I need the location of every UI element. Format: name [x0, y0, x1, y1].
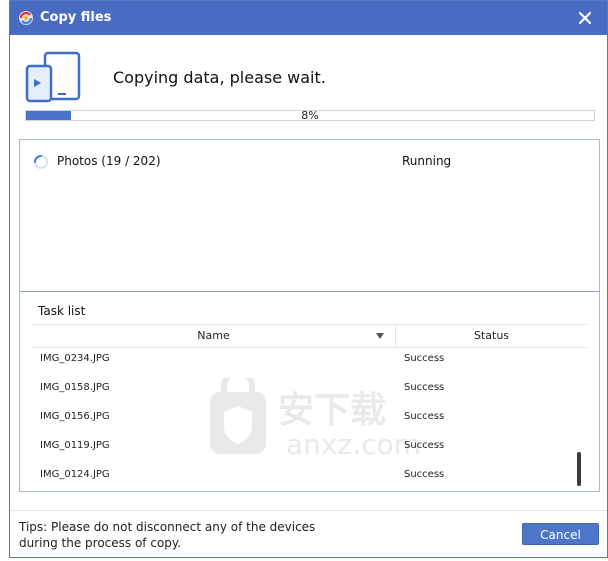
current-task-status: Running — [402, 154, 452, 168]
table-row[interactable]: IMG_0156.JPG Success — [32, 406, 587, 435]
row-status: Success — [404, 353, 445, 364]
table-row[interactable]: IMG_0124.JPG Success — [32, 464, 587, 493]
task-list-label: Task list — [38, 304, 86, 318]
close-icon[interactable] — [575, 8, 595, 28]
copy-files-dialog: Copy files Copying data, please wait. 8%… — [9, 0, 608, 558]
current-task-name: Photos (19 / 202) — [57, 154, 161, 168]
row-status: Success — [404, 382, 445, 393]
row-name: IMG_0158.JPG — [40, 382, 110, 393]
task-list-table: Name Status IMG_0234.JPG Success IMG_015… — [32, 324, 587, 493]
scrollbar-thumb[interactable] — [577, 452, 581, 486]
row-status: Success — [404, 469, 445, 480]
tips-line-1: Tips: Please do not disconnect any of th… — [19, 520, 316, 534]
task-panel: Photos (19 / 202) Running 安下载 anxz.com T… — [19, 139, 600, 492]
status-heading: Copying data, please wait. — [113, 68, 326, 87]
table-row[interactable]: IMG_0119.JPG Success — [32, 435, 587, 464]
table-row[interactable]: IMG_0234.JPG Success — [32, 348, 587, 377]
panel-divider — [20, 291, 599, 292]
cancel-button[interactable]: Cancel — [522, 523, 599, 545]
tips-line-2: during the process of copy. — [19, 536, 182, 550]
device-icon — [25, 51, 81, 103]
spinner-icon — [34, 155, 48, 169]
app-icon — [19, 11, 33, 25]
sort-arrow-icon[interactable] — [376, 333, 384, 339]
row-status: Success — [404, 440, 445, 451]
row-name: IMG_0119.JPG — [40, 440, 110, 451]
column-header-status-label: Status — [473, 329, 510, 342]
row-name: IMG_0124.JPG — [40, 469, 110, 480]
progress-bar: 8% — [25, 109, 595, 122]
progress-label: 8% — [301, 109, 319, 122]
column-header-name-label: Name — [197, 329, 230, 342]
title-bar: Copy files — [10, 1, 607, 35]
row-status: Success — [404, 411, 445, 422]
window-title: Copy files — [40, 10, 112, 25]
row-name: IMG_0156.JPG — [40, 411, 110, 422]
column-header-status[interactable]: Status — [396, 325, 587, 347]
column-header-name[interactable]: Name — [32, 325, 396, 347]
row-name: IMG_0234.JPG — [40, 353, 110, 364]
table-row[interactable]: IMG_0158.JPG Success — [32, 377, 587, 406]
tips-text: Tips: Please do not disconnect any of th… — [19, 519, 339, 551]
table-header: Name Status — [32, 324, 587, 348]
footer-separator — [10, 510, 607, 511]
